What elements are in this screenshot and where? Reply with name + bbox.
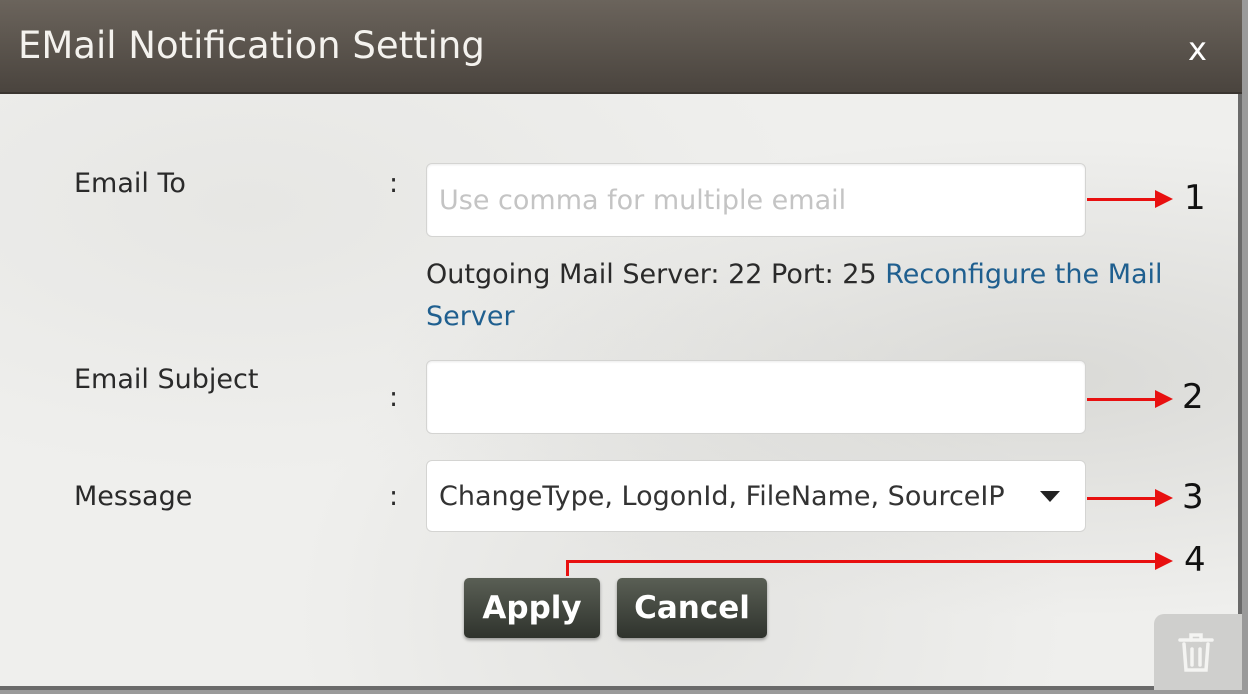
annotation-label-2: 2 (1182, 377, 1204, 417)
email-to-label: Email To (74, 168, 186, 199)
dialog-title: EMail Notification Setting (18, 24, 485, 67)
annotation-label-1: 1 (1184, 178, 1206, 218)
message-select[interactable]: ChangeType, LogonId, FileName, SourceIP (426, 460, 1086, 532)
apply-button[interactable]: Apply (464, 578, 600, 638)
close-icon[interactable]: x (1188, 30, 1207, 68)
annotation-arrowhead-2 (1155, 390, 1173, 408)
annotation-arrow-1 (1087, 198, 1157, 201)
message-selected-value: ChangeType, LogonId, FileName, SourceIP (439, 481, 1005, 512)
email-notification-dialog: EMail Notification Setting x Email To : … (0, 0, 1242, 690)
dialog-titlebar: EMail Notification Setting x (0, 0, 1242, 94)
chevron-down-icon (1040, 491, 1060, 502)
email-to-field[interactable] (427, 164, 1085, 236)
annotation-arrow-2 (1087, 398, 1157, 401)
email-to-field-wrapper (426, 163, 1086, 237)
annotation-arrow-3 (1087, 497, 1157, 500)
mail-server-info: Outgoing Mail Server: 22 Port: 25 Reconf… (426, 254, 1186, 338)
annotation-label-3: 3 (1182, 477, 1204, 517)
annotation-arrow-4 (566, 560, 1158, 563)
annotation-arrowhead-1 (1155, 190, 1173, 208)
annotation-arrow-4-stem (566, 560, 569, 576)
email-subject-label: Email Subject (74, 364, 259, 395)
annotation-arrowhead-4 (1155, 552, 1173, 570)
trash-icon (1178, 633, 1214, 672)
email-subject-field[interactable] (427, 361, 1085, 433)
mail-server-text: Outgoing Mail Server: 22 Port: 25 (426, 259, 886, 290)
trash-button[interactable] (1154, 614, 1242, 690)
annotation-arrowhead-3 (1155, 489, 1173, 507)
cancel-button[interactable]: Cancel (617, 578, 767, 638)
message-colon: : (389, 481, 399, 512)
message-label: Message (74, 481, 193, 512)
email-to-colon: : (389, 168, 399, 199)
email-subject-colon: : (389, 382, 399, 413)
annotation-label-4: 4 (1184, 540, 1206, 580)
email-subject-field-wrapper (426, 360, 1086, 434)
